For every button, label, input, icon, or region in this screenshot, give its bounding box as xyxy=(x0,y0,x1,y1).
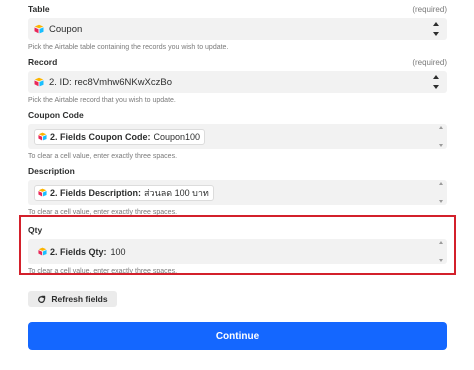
description-label: Description xyxy=(28,166,75,176)
record-select[interactable]: 2. ID: rec8Vmhw6NKwXczBo xyxy=(28,71,447,93)
continue-button[interactable]: Continue xyxy=(28,322,447,350)
description-input[interactable]: 2. Fields Description: ส่วนลด 100 บาท xyxy=(28,180,447,205)
description-pill[interactable]: 2. Fields Description: ส่วนลด 100 บาท xyxy=(34,184,214,201)
description-pill-value: ส่วนลด 100 บาท xyxy=(144,187,209,198)
airtable-icon xyxy=(38,132,47,141)
coupon-code-field: Coupon Code 2. Fields Coupon Code: Coupo… xyxy=(28,110,447,163)
scrollbar[interactable] xyxy=(438,182,444,203)
airtable-icon xyxy=(38,188,47,197)
highlight-box xyxy=(19,215,456,275)
table-label: Table xyxy=(28,4,50,14)
chevron-updown-icon xyxy=(433,22,439,36)
record-label: Record xyxy=(28,57,58,67)
record-help: Pick the Airtable record that you wish t… xyxy=(28,97,176,104)
table-required: (required) xyxy=(412,5,447,14)
coupon-code-pill-label: 2. Fields Coupon Code: xyxy=(50,131,151,142)
chevron-updown-icon xyxy=(433,75,439,89)
coupon-code-pill[interactable]: 2. Fields Coupon Code: Coupon100 xyxy=(34,128,206,145)
table-select[interactable]: Coupon xyxy=(28,18,447,40)
table-help: Pick the Airtable table containing the r… xyxy=(28,44,229,51)
continue-label: Continue xyxy=(215,330,260,342)
coupon-code-help: To clear a cell value, enter exactly thr… xyxy=(28,153,178,160)
table-value: Coupon xyxy=(49,23,83,35)
airtable-icon xyxy=(34,24,44,34)
refresh-fields-label: Refresh fields xyxy=(51,294,108,304)
refresh-icon xyxy=(38,295,46,303)
coupon-code-label: Coupon Code xyxy=(28,110,84,120)
record-required: (required) xyxy=(412,58,447,67)
record-value: 2. ID: rec8Vmhw6NKwXczBo xyxy=(49,76,173,88)
airtable-icon xyxy=(34,77,44,87)
coupon-code-pill-value: Coupon100 xyxy=(153,131,201,142)
table-field: Table (required) Coupon Pick the Airtabl… xyxy=(28,4,447,54)
description-pill-label: 2. Fields Description: xyxy=(50,187,142,198)
description-field: Description 2. Fields Description: ส่วนล… xyxy=(28,166,447,219)
refresh-fields-button[interactable]: Refresh fields xyxy=(28,291,117,307)
coupon-code-input[interactable]: 2. Fields Coupon Code: Coupon100 xyxy=(28,124,447,149)
scrollbar[interactable] xyxy=(438,126,444,147)
record-field: Record (required) 2. ID: rec8Vmhw6NKwXcz… xyxy=(28,57,447,107)
